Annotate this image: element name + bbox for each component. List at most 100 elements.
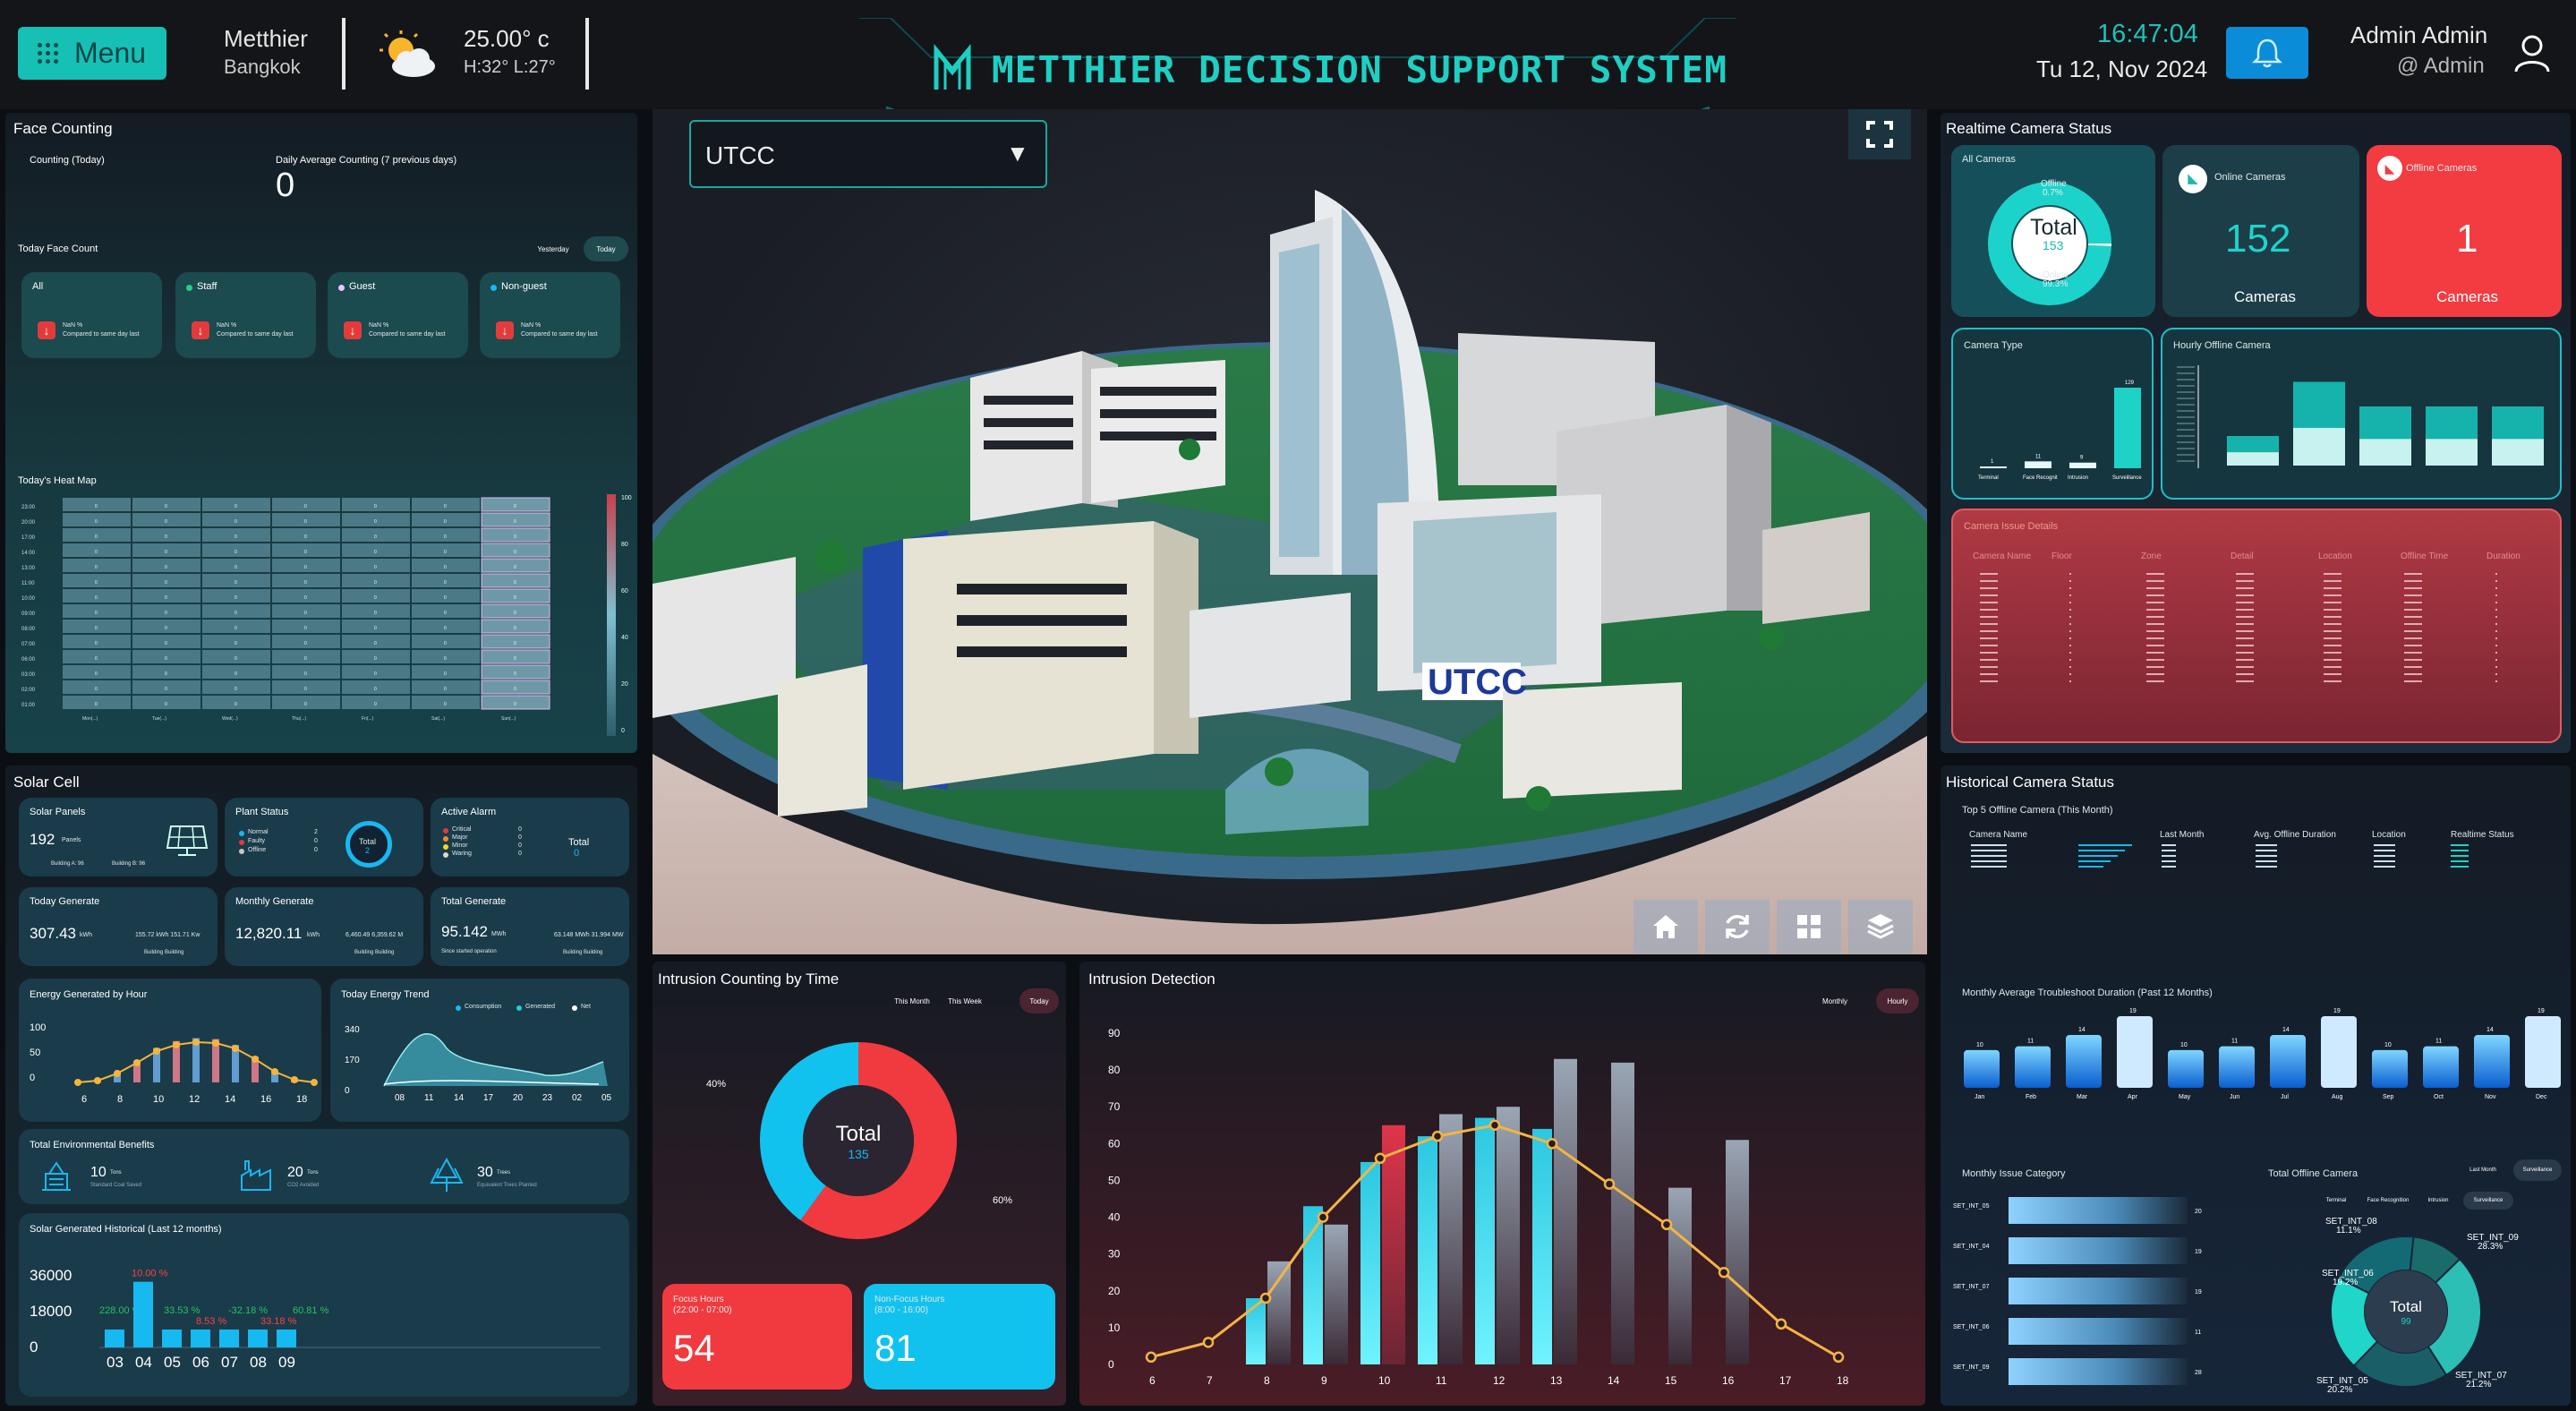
solar-hist-bar xyxy=(277,1330,296,1347)
heatmap-cell-value: 0 xyxy=(374,580,377,586)
top5-cell xyxy=(1971,860,2007,862)
x-tick: 09 xyxy=(278,1354,295,1371)
intrusion-trend-point xyxy=(1488,1119,1501,1132)
heatmap-cell-value: 0 xyxy=(304,671,307,677)
issue-cell xyxy=(2236,580,2254,582)
pie-total-value: 99 xyxy=(2401,1317,2411,1327)
offline-cameras-card[interactable]: ◣ Offline Cameras 1 Cameras xyxy=(2367,145,2562,317)
heatmap-cell-value: 0 xyxy=(374,626,377,631)
top5-status xyxy=(2451,860,2469,862)
grid-button[interactable] xyxy=(1777,900,1841,953)
heatmap-cell-value: 0 xyxy=(235,611,237,616)
heatmap-cell-value: 0 xyxy=(514,611,516,616)
troubleshoot-bar xyxy=(2015,1046,2051,1088)
online-cameras-card[interactable]: ◣ Online Cameras 152 Cameras xyxy=(2162,145,2359,317)
top5-label: Top 5 Offline Camera (This Month) xyxy=(1962,805,2113,816)
y-tick: 80 xyxy=(1108,1064,1121,1076)
solar-hist-annotation: 10.00 % xyxy=(132,1269,168,1279)
issue-cell xyxy=(2236,666,2254,668)
notification-button[interactable] xyxy=(2226,27,2308,79)
daily-avg-value: 0 xyxy=(276,167,295,204)
face-card-all[interactable]: All ↓ NaN % Compared to same day last xyxy=(21,272,162,358)
intrusion-trend-point xyxy=(1259,1292,1272,1304)
heatmap-legend-tick: 80 xyxy=(621,542,628,548)
tab-hourly[interactable]: Hourly xyxy=(1876,988,1919,1013)
heatmap-cell-value: 0 xyxy=(514,702,516,707)
hourly-offline-bar-base xyxy=(2359,439,2411,466)
alarm-total-value: 0 xyxy=(574,848,580,859)
energy-hour-card: Energy Generated by Hour 100 50 0 6 8 10 12 14 1… xyxy=(19,979,321,1122)
troubleshoot-bar xyxy=(2168,1049,2204,1088)
issue-col-header: Location xyxy=(2318,552,2352,561)
troubleshoot-month: Sep xyxy=(2383,1094,2394,1100)
grid-icon xyxy=(1797,915,1821,938)
issue-cell xyxy=(2069,616,2071,618)
tab-face-recognition[interactable]: Face Recognition xyxy=(2361,1193,2415,1208)
campus-sign: UTCC xyxy=(1428,663,1528,702)
issue-cell xyxy=(2146,602,2164,603)
total-gen-value: 95.142 xyxy=(441,923,488,940)
issue-col-header: Zone xyxy=(2141,552,2162,561)
fullscreen-button[interactable] xyxy=(1848,109,1911,159)
alarm-waring: Waring xyxy=(452,851,472,857)
issue-cell xyxy=(2069,659,2071,661)
non-focus-hours-card[interactable]: Non-Focus Hours (8:00 - 16:00) 81 xyxy=(864,1284,1055,1390)
monthly-trouble-chart: 10 Jan 11 Feb 14 Mar 19 Apr 10 May 11 Jun 14 Jul 19 Aug… xyxy=(1964,1008,2561,1100)
env-value: 10 xyxy=(90,1165,107,1180)
heatmap-cell-value: 0 xyxy=(165,656,167,662)
issue-cell xyxy=(1980,587,1998,589)
heatmap-cell-value: 0 xyxy=(374,702,377,707)
face-cat-note: Compared to same day last xyxy=(63,331,140,338)
top5-table xyxy=(1971,844,2469,868)
tab-terminal[interactable]: Terminal xyxy=(2318,1193,2354,1208)
tab-surveillance-2[interactable]: Surveillance xyxy=(2463,1192,2513,1210)
issue-cell xyxy=(2324,587,2341,589)
heatmap-cell-value: 0 xyxy=(304,580,307,586)
heatmap-cell-value: 0 xyxy=(374,550,377,555)
pie-label-pct: 11.1% xyxy=(2336,1226,2361,1236)
x-tick: 14 xyxy=(1608,1374,1620,1387)
focus-hours-card[interactable]: Focus Hours (22:00 - 07:00) 54 xyxy=(662,1284,852,1390)
heatmap-legend-tick: 0 xyxy=(621,728,625,734)
tab-yesterday[interactable]: Yesterday xyxy=(532,239,575,259)
tab-today[interactable]: Today xyxy=(1019,988,1059,1013)
tab-this-month[interactable]: This Month xyxy=(887,992,937,1010)
home-button[interactable] xyxy=(1633,900,1698,953)
layers-button[interactable] xyxy=(1848,900,1913,953)
tab-surveillance[interactable]: Surveillance xyxy=(2513,1159,2562,1181)
x-tick: 16 xyxy=(260,1094,271,1105)
location-name: Metthier xyxy=(224,25,308,52)
face-card-non-guest[interactable]: Non-guest ↓ NaN % Compared to same day l… xyxy=(480,272,620,358)
camera-type-card: Camera Type 1 Terminal 11 Face Recognit 9 Int… xyxy=(1951,328,2154,500)
x-tick: 18 xyxy=(296,1094,307,1105)
heatmap-row-label: 13:00 xyxy=(21,566,36,571)
online-unit: Cameras xyxy=(2234,288,2296,305)
camera-type-bar xyxy=(1980,466,2007,468)
issue-cell xyxy=(2236,602,2254,603)
troubleshoot-value: 10 xyxy=(2180,1042,2188,1048)
sub2: 63.148 MWh 31.994 MW xyxy=(554,932,624,938)
tab-this-week[interactable]: This Week xyxy=(941,992,989,1010)
issue-cell xyxy=(2404,580,2422,582)
face-card-guest[interactable]: Guest ↓ NaN % Compared to same day last xyxy=(328,272,468,358)
campus-3d-view[interactable]: UTCC UTCC ▼ xyxy=(653,109,1927,954)
site-selector[interactable]: UTCC ▼ xyxy=(689,120,1047,188)
issue-cell xyxy=(2495,573,2497,575)
heatmap-cell-value: 0 xyxy=(514,641,516,646)
tab-monthly[interactable]: Monthly xyxy=(1815,992,1855,1010)
face-card-staff[interactable]: Staff ↓ NaN % Compared to same day last xyxy=(175,272,316,358)
top5-cell xyxy=(1971,850,2007,851)
issue-cell xyxy=(1980,623,1998,625)
heatmap-cell-value: 0 xyxy=(514,565,516,570)
intrusion-bar-back xyxy=(1726,1140,1749,1364)
tab-today[interactable]: Today xyxy=(584,236,628,261)
tab-last-month[interactable]: Last Month xyxy=(2465,1163,2501,1177)
solar-hist-bar xyxy=(191,1330,210,1347)
issue-cell xyxy=(2146,673,2164,675)
tab-intrusion[interactable]: Intrusion xyxy=(2420,1193,2456,1208)
menu-button[interactable]: Menu xyxy=(18,27,166,80)
heatmap-cell-value: 0 xyxy=(444,504,447,509)
user-icon[interactable] xyxy=(2512,32,2553,73)
historical-camera-panel: Historical Camera Status Top 5 Offline C… xyxy=(1941,765,2571,1406)
refresh-button[interactable] xyxy=(1705,900,1770,953)
